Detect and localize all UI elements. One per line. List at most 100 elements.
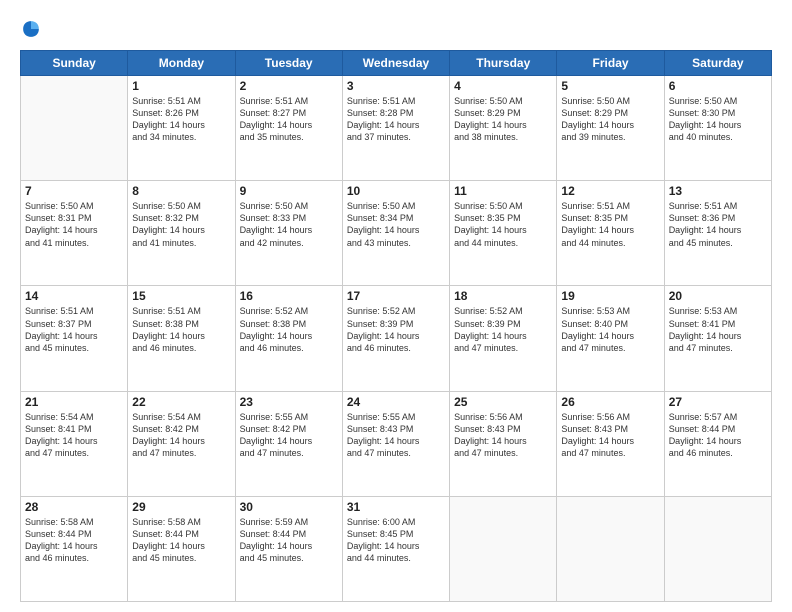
day-header-row: SundayMondayTuesdayWednesdayThursdayFrid… (21, 51, 772, 76)
cell-info: Sunrise: 5:52 AM Sunset: 8:39 PM Dayligh… (347, 305, 445, 354)
cal-cell: 1 Sunrise: 5:51 AM Sunset: 8:26 PM Daylig… (128, 76, 235, 181)
day-number: 2 (240, 79, 338, 93)
cal-cell: 13Sunrise: 5:51 AM Sunset: 8:36 PM Dayli… (664, 181, 771, 286)
day-number: 6 (669, 79, 767, 93)
cell-info: Sunrise: 5:51 AM Sunset: 8:27 PM Dayligh… (240, 95, 338, 144)
cal-cell: 2 Sunrise: 5:51 AM Sunset: 8:27 PM Daylig… (235, 76, 342, 181)
cal-cell: 24 Sunrise: 5:55 AM Sunset: 8:43 PM Dayli… (342, 391, 449, 496)
cell-info: Sunrise: 5:51 AM Sunset: 8:35 PM Dayligh… (561, 200, 659, 249)
cal-cell (450, 496, 557, 601)
cal-cell (664, 496, 771, 601)
day-number: 9 (240, 184, 338, 198)
day-number: 19 (561, 289, 659, 303)
day-header-friday: Friday (557, 51, 664, 76)
cal-cell: 27Sunrise: 5:57 AM Sunset: 8:44 PM Dayli… (664, 391, 771, 496)
cal-cell: 3 Sunrise: 5:51 AM Sunset: 8:28 PM Daylig… (342, 76, 449, 181)
cell-info: Sunrise: 5:50 AM Sunset: 8:31 PM Dayligh… (25, 200, 123, 249)
cal-cell: 18Sunrise: 5:52 AM Sunset: 8:39 PM Dayli… (450, 286, 557, 391)
cell-info: Sunrise: 5:53 AM Sunset: 8:40 PM Dayligh… (561, 305, 659, 354)
day-number: 5 (561, 79, 659, 93)
cal-cell: 11 Sunrise: 5:50 AM Sunset: 8:35 PM Dayli… (450, 181, 557, 286)
day-number: 26 (561, 395, 659, 409)
day-number: 25 (454, 395, 552, 409)
page: SundayMondayTuesdayWednesdayThursdayFrid… (0, 0, 792, 612)
day-number: 18 (454, 289, 552, 303)
day-number: 7 (25, 184, 123, 198)
cal-cell: 28 Sunrise: 5:58 AM Sunset: 8:44 PM Dayli… (21, 496, 128, 601)
cal-cell: 8 Sunrise: 5:50 AM Sunset: 8:32 PM Daylig… (128, 181, 235, 286)
day-number: 14 (25, 289, 123, 303)
cell-info: Sunrise: 5:50 AM Sunset: 8:35 PM Dayligh… (454, 200, 552, 249)
day-header-saturday: Saturday (664, 51, 771, 76)
cell-info: Sunrise: 5:50 AM Sunset: 8:29 PM Dayligh… (561, 95, 659, 144)
day-number: 8 (132, 184, 230, 198)
cal-cell: 20 Sunrise: 5:53 AM Sunset: 8:41 PM Dayli… (664, 286, 771, 391)
cal-cell: 29 Sunrise: 5:58 AM Sunset: 8:44 PM Dayli… (128, 496, 235, 601)
cell-info: Sunrise: 5:54 AM Sunset: 8:42 PM Dayligh… (132, 411, 230, 460)
cell-info: Sunrise: 5:50 AM Sunset: 8:34 PM Dayligh… (347, 200, 445, 249)
day-header-wednesday: Wednesday (342, 51, 449, 76)
cal-cell: 23Sunrise: 5:55 AM Sunset: 8:42 PM Dayli… (235, 391, 342, 496)
cell-info: Sunrise: 5:58 AM Sunset: 8:44 PM Dayligh… (25, 516, 123, 565)
day-header-monday: Monday (128, 51, 235, 76)
cal-cell: 25Sunrise: 5:56 AM Sunset: 8:43 PM Dayli… (450, 391, 557, 496)
cal-cell: 16Sunrise: 5:52 AM Sunset: 8:38 PM Dayli… (235, 286, 342, 391)
day-number: 24 (347, 395, 445, 409)
cell-info: Sunrise: 5:52 AM Sunset: 8:38 PM Dayligh… (240, 305, 338, 354)
day-header-sunday: Sunday (21, 51, 128, 76)
cal-cell (21, 76, 128, 181)
cell-info: Sunrise: 5:51 AM Sunset: 8:37 PM Dayligh… (25, 305, 123, 354)
cell-info: Sunrise: 5:50 AM Sunset: 8:30 PM Dayligh… (669, 95, 767, 144)
day-number: 23 (240, 395, 338, 409)
cal-cell: 9 Sunrise: 5:50 AM Sunset: 8:33 PM Daylig… (235, 181, 342, 286)
day-number: 20 (669, 289, 767, 303)
day-number: 22 (132, 395, 230, 409)
cell-info: Sunrise: 5:51 AM Sunset: 8:28 PM Dayligh… (347, 95, 445, 144)
cell-info: Sunrise: 5:50 AM Sunset: 8:29 PM Dayligh… (454, 95, 552, 144)
cal-cell: 31Sunrise: 6:00 AM Sunset: 8:45 PM Dayli… (342, 496, 449, 601)
day-header-thursday: Thursday (450, 51, 557, 76)
day-number: 3 (347, 79, 445, 93)
day-number: 12 (561, 184, 659, 198)
cal-cell: 15Sunrise: 5:51 AM Sunset: 8:38 PM Dayli… (128, 286, 235, 391)
cal-cell: 10 Sunrise: 5:50 AM Sunset: 8:34 PM Dayli… (342, 181, 449, 286)
day-number: 4 (454, 79, 552, 93)
cal-cell: 12 Sunrise: 5:51 AM Sunset: 8:35 PM Dayli… (557, 181, 664, 286)
cell-info: Sunrise: 5:51 AM Sunset: 8:38 PM Dayligh… (132, 305, 230, 354)
cal-cell: 26 Sunrise: 5:56 AM Sunset: 8:43 PM Dayli… (557, 391, 664, 496)
week-row-3: 21Sunrise: 5:54 AM Sunset: 8:41 PM Dayli… (21, 391, 772, 496)
cell-info: Sunrise: 5:59 AM Sunset: 8:44 PM Dayligh… (240, 516, 338, 565)
logo-icon (20, 18, 42, 40)
cell-info: Sunrise: 5:50 AM Sunset: 8:32 PM Dayligh… (132, 200, 230, 249)
day-number: 28 (25, 500, 123, 514)
header (20, 18, 772, 40)
cell-info: Sunrise: 6:00 AM Sunset: 8:45 PM Dayligh… (347, 516, 445, 565)
day-number: 27 (669, 395, 767, 409)
cal-cell (557, 496, 664, 601)
calendar-table: SundayMondayTuesdayWednesdayThursdayFrid… (20, 50, 772, 602)
day-number: 13 (669, 184, 767, 198)
cell-info: Sunrise: 5:53 AM Sunset: 8:41 PM Dayligh… (669, 305, 767, 354)
day-number: 29 (132, 500, 230, 514)
cell-info: Sunrise: 5:50 AM Sunset: 8:33 PM Dayligh… (240, 200, 338, 249)
day-number: 17 (347, 289, 445, 303)
cal-cell: 21Sunrise: 5:54 AM Sunset: 8:41 PM Dayli… (21, 391, 128, 496)
cell-info: Sunrise: 5:56 AM Sunset: 8:43 PM Dayligh… (561, 411, 659, 460)
week-row-4: 28 Sunrise: 5:58 AM Sunset: 8:44 PM Dayli… (21, 496, 772, 601)
cell-info: Sunrise: 5:51 AM Sunset: 8:26 PM Dayligh… (132, 95, 230, 144)
cal-cell: 5 Sunrise: 5:50 AM Sunset: 8:29 PM Daylig… (557, 76, 664, 181)
cal-cell: 19 Sunrise: 5:53 AM Sunset: 8:40 PM Dayli… (557, 286, 664, 391)
day-number: 11 (454, 184, 552, 198)
cal-cell: 7 Sunrise: 5:50 AM Sunset: 8:31 PM Daylig… (21, 181, 128, 286)
cell-info: Sunrise: 5:58 AM Sunset: 8:44 PM Dayligh… (132, 516, 230, 565)
day-number: 30 (240, 500, 338, 514)
cal-cell: 30 Sunrise: 5:59 AM Sunset: 8:44 PM Dayli… (235, 496, 342, 601)
day-header-tuesday: Tuesday (235, 51, 342, 76)
day-number: 1 (132, 79, 230, 93)
day-number: 10 (347, 184, 445, 198)
week-row-1: 7 Sunrise: 5:50 AM Sunset: 8:31 PM Daylig… (21, 181, 772, 286)
cal-cell: 4 Sunrise: 5:50 AM Sunset: 8:29 PM Daylig… (450, 76, 557, 181)
day-number: 21 (25, 395, 123, 409)
cal-cell: 14 Sunrise: 5:51 AM Sunset: 8:37 PM Dayli… (21, 286, 128, 391)
cell-info: Sunrise: 5:55 AM Sunset: 8:43 PM Dayligh… (347, 411, 445, 460)
